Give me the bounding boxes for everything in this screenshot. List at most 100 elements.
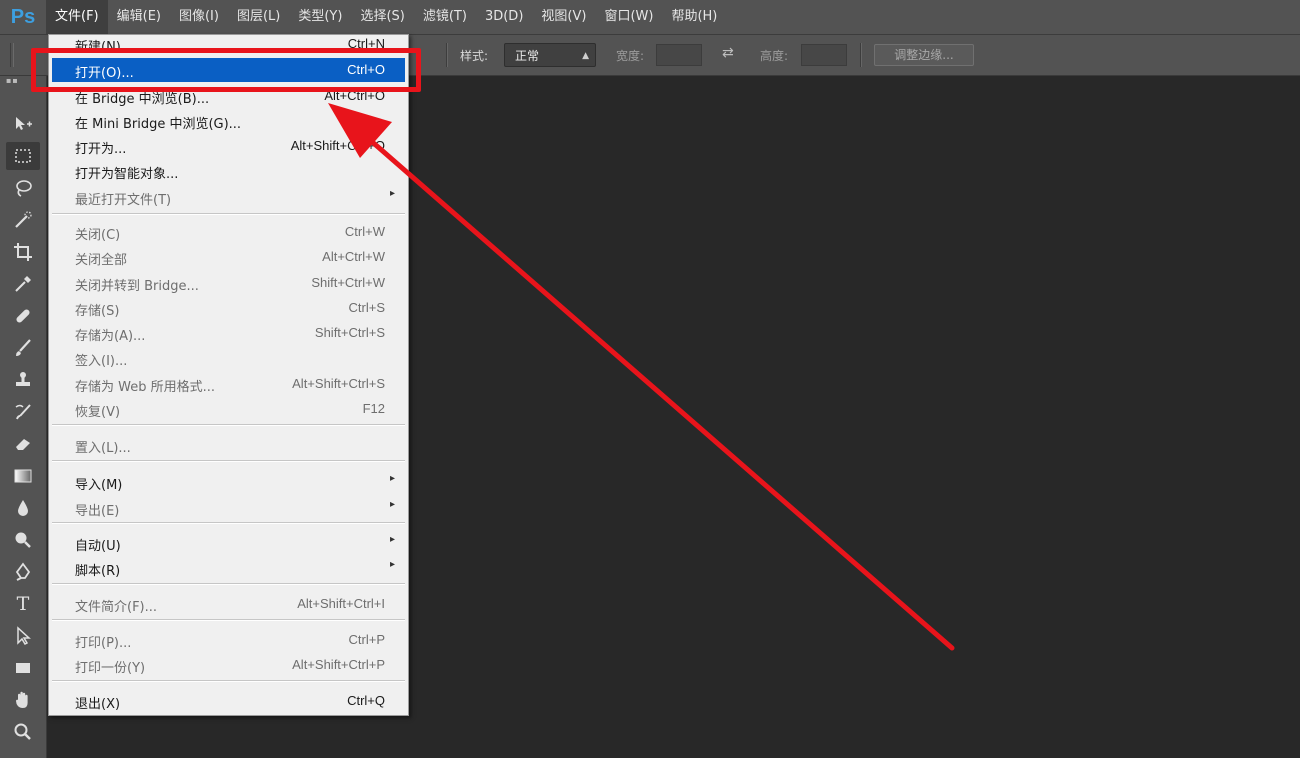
blur-tool[interactable] bbox=[6, 494, 40, 522]
shape-tool[interactable] bbox=[6, 654, 40, 682]
menu-import[interactable]: 导入(M) ▸ bbox=[52, 470, 405, 494]
brush-tool[interactable] bbox=[6, 334, 40, 362]
menu-item-label: 打开为智能对象... bbox=[75, 167, 179, 182]
menu-item-label: 关闭(C) bbox=[75, 228, 121, 243]
style-select[interactable]: 正常 ▲ bbox=[504, 43, 596, 67]
path-select-tool[interactable] bbox=[6, 622, 40, 650]
menu-close-all[interactable]: 关闭全部 Alt+Ctrl+W bbox=[52, 245, 405, 269]
menu-save[interactable]: 存储(S) Ctrl+S bbox=[52, 296, 405, 320]
lasso-icon bbox=[16, 180, 32, 197]
quick-select-icon bbox=[15, 211, 32, 228]
menu-separator bbox=[52, 583, 405, 585]
swap-icon[interactable]: ⇄ bbox=[722, 45, 734, 61]
menu-close-go-to-bridge[interactable]: 关闭并转到 Bridge... Shift+Ctrl+W bbox=[52, 271, 405, 295]
menu-help[interactable]: 帮助(H) bbox=[662, 0, 726, 34]
dodge-tool[interactable] bbox=[6, 526, 40, 554]
menu-file[interactable]: 文件(F) bbox=[46, 0, 108, 34]
menu-layer[interactable]: 图层(L) bbox=[228, 0, 289, 34]
menu-automate[interactable]: 自动(U) ▸ bbox=[52, 531, 405, 555]
menu-item-label: 关闭全部 bbox=[75, 253, 128, 268]
menu-item-shortcut: Alt+Shift+Ctrl+I bbox=[297, 596, 385, 611]
width-input[interactable] bbox=[656, 44, 702, 66]
menu-separator bbox=[52, 424, 405, 426]
menu-item-label: 存储为(A)... bbox=[75, 329, 146, 344]
menu-export[interactable]: 导出(E) ▸ bbox=[52, 496, 405, 520]
menu-item-label: 脚本(R) bbox=[75, 564, 121, 579]
stamp-icon bbox=[16, 372, 30, 386]
menu-check-in[interactable]: 签入(I)... bbox=[52, 346, 405, 370]
menu-edit[interactable]: 编辑(E) bbox=[108, 0, 170, 34]
menu-filter[interactable]: 滤镜(T) bbox=[414, 0, 476, 34]
menu-type[interactable]: 类型(Y) bbox=[289, 0, 351, 34]
zoom-icon bbox=[14, 723, 31, 740]
move-tool[interactable] bbox=[6, 110, 40, 138]
menu-select[interactable]: 选择(S) bbox=[351, 0, 413, 34]
menu-exit[interactable]: 退出(X) Ctrl+Q bbox=[52, 689, 405, 713]
pen-icon bbox=[15, 562, 31, 581]
hand-tool[interactable] bbox=[6, 686, 40, 714]
menu-item-shortcut: Ctrl+S bbox=[348, 300, 385, 315]
quick-select-tool[interactable] bbox=[6, 206, 40, 234]
menu-item-shortcut: Ctrl+Q bbox=[347, 693, 385, 708]
menu-item-label: 置入(L)... bbox=[75, 441, 131, 456]
marquee-tool[interactable] bbox=[6, 142, 40, 170]
menu-browse-in-mini-bridge[interactable]: 在 Mini Bridge 中浏览(G)... bbox=[52, 109, 405, 133]
submenu-arrow-icon: ▸ bbox=[389, 534, 395, 545]
lasso-tool[interactable] bbox=[6, 174, 40, 202]
gradient-tool[interactable] bbox=[6, 462, 40, 490]
menu-item-label: 打印(P)... bbox=[75, 636, 132, 651]
submenu-arrow-icon: ▸ bbox=[389, 559, 395, 570]
stamp-tool[interactable] bbox=[6, 366, 40, 394]
crop-icon bbox=[14, 243, 32, 261]
dodge-icon bbox=[15, 532, 31, 548]
menu-3d[interactable]: 3D(D) bbox=[476, 0, 532, 34]
menu-item-label: 打开为... bbox=[75, 142, 127, 157]
menu-item-label: 自动(U) bbox=[75, 539, 121, 554]
zoom-tool[interactable] bbox=[6, 718, 40, 746]
menu-scripts[interactable]: 脚本(R) ▸ bbox=[52, 556, 405, 580]
menu-recent-files[interactable]: 最近打开文件(T) ▸ bbox=[52, 185, 405, 209]
menu-open-as-smart-object[interactable]: 打开为智能对象... bbox=[52, 159, 405, 183]
menu-item-label: 存储(S) bbox=[75, 304, 120, 319]
menu-item-shortcut: Alt+Shift+Ctrl+P bbox=[292, 657, 385, 672]
menu-item-label: 签入(I)... bbox=[75, 354, 128, 369]
submenu-arrow-icon: ▸ bbox=[389, 188, 395, 199]
menu-print[interactable]: 打印(P)... Ctrl+P bbox=[52, 628, 405, 652]
refine-edge-button[interactable]: 调整边缘... bbox=[874, 44, 974, 66]
history-brush-tool[interactable] bbox=[6, 398, 40, 426]
submenu-arrow-icon: ▸ bbox=[389, 473, 395, 484]
options-divider bbox=[446, 43, 448, 67]
height-input[interactable] bbox=[801, 44, 847, 66]
menu-separator bbox=[52, 522, 405, 524]
menu-image[interactable]: 图像(I) bbox=[170, 0, 228, 34]
menu-save-as[interactable]: 存储为(A)... Shift+Ctrl+S bbox=[52, 321, 405, 345]
crop-tool[interactable] bbox=[6, 238, 40, 266]
menu-separator bbox=[52, 619, 405, 621]
menu-file-info[interactable]: 文件简介(F)... Alt+Shift+Ctrl+I bbox=[52, 592, 405, 616]
eyedropper-tool[interactable] bbox=[6, 270, 40, 298]
menu-item-shortcut: F12 bbox=[362, 401, 385, 416]
menu-revert[interactable]: 恢复(V) F12 bbox=[52, 397, 405, 421]
tools-panel: ▪▪ T bbox=[0, 76, 47, 758]
pen-tool[interactable] bbox=[6, 558, 40, 586]
eraser-tool[interactable] bbox=[6, 430, 40, 458]
menu-window[interactable]: 窗口(W) bbox=[595, 0, 662, 34]
type-tool[interactable]: T bbox=[6, 590, 40, 618]
annotation-highlight-box bbox=[31, 48, 421, 92]
options-bar-grip[interactable] bbox=[10, 43, 14, 67]
menu-item-label: 存储为 Web 所用格式... bbox=[75, 380, 216, 395]
menu-place[interactable]: 置入(L)... bbox=[52, 433, 405, 457]
menu-close[interactable]: 关闭(C) Ctrl+W bbox=[52, 220, 405, 244]
menu-open-as[interactable]: 打开为... Alt+Shift+Ctrl+O bbox=[52, 134, 405, 158]
bandage-icon bbox=[16, 309, 30, 323]
menu-print-one-copy[interactable]: 打印一份(Y) Alt+Shift+Ctrl+P bbox=[52, 653, 405, 677]
healing-tool[interactable] bbox=[6, 302, 40, 330]
width-label: 宽度: bbox=[616, 49, 645, 63]
menu-save-for-web[interactable]: 存储为 Web 所用格式... Alt+Shift+Ctrl+S bbox=[52, 372, 405, 396]
rectangle-icon bbox=[16, 663, 30, 673]
menu-item-label: 导出(E) bbox=[75, 504, 120, 519]
move-icon bbox=[16, 117, 32, 130]
rect-marquee-icon bbox=[15, 149, 31, 163]
menu-separator bbox=[52, 460, 405, 462]
menu-view[interactable]: 视图(V) bbox=[532, 0, 595, 34]
